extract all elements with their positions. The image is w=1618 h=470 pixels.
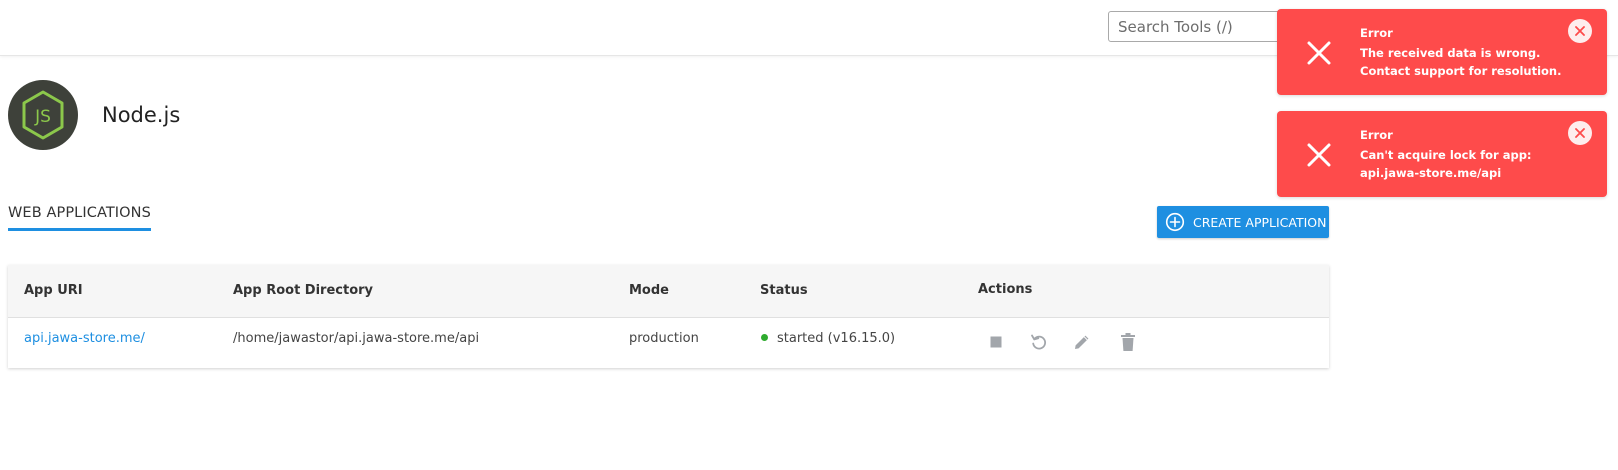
- toast-message: The received data is wrong. Contact supp…: [1360, 46, 1562, 78]
- app-uri-link[interactable]: api.jawa-store.me/: [24, 331, 145, 346]
- delete-icon: [1121, 333, 1135, 351]
- create-application-label: CREATE APPLICATION: [1193, 214, 1327, 230]
- page-title: Node.js: [102, 103, 181, 127]
- column-header-app-root[interactable]: App Root Directory: [233, 283, 373, 298]
- table-header: App URI App Root Directory Mode Status A…: [8, 265, 1329, 318]
- column-header-status[interactable]: Status: [760, 283, 808, 298]
- column-header-mode[interactable]: Mode: [629, 283, 669, 298]
- logo-text: JS: [34, 107, 51, 127]
- status-dot-icon: [761, 334, 768, 341]
- status-text: started (v16.15.0): [777, 331, 896, 346]
- app-mode: production: [629, 331, 699, 346]
- toast-message: Can't acquire lock for app: api.jawa-sto…: [1360, 148, 1532, 180]
- toast-title: Error: [1360, 26, 1393, 40]
- restart-icon: [1031, 334, 1047, 350]
- tab-web-applications[interactable]: WEB APPLICATIONS: [8, 205, 151, 231]
- delete-app-button[interactable]: [1117, 331, 1139, 353]
- close-icon: [1575, 26, 1585, 36]
- restart-app-button[interactable]: [1028, 331, 1050, 353]
- stop-app-button[interactable]: [985, 331, 1007, 353]
- error-x-icon: [1307, 41, 1331, 65]
- error-toast: Error Can't acquire lock for app: api.ja…: [1277, 111, 1607, 197]
- stop-icon: [990, 336, 1002, 348]
- toast-close-button[interactable]: [1568, 121, 1592, 145]
- edit-icon: [1075, 335, 1089, 349]
- toast-title: Error: [1360, 128, 1393, 142]
- nodejs-logo: JS: [8, 80, 78, 150]
- app-header: JS Node.js: [8, 80, 180, 150]
- close-icon: [1575, 128, 1585, 138]
- create-application-button[interactable]: CREATE APPLICATION: [1157, 206, 1329, 238]
- column-header-actions: Actions: [978, 282, 1033, 297]
- error-x-icon: [1307, 143, 1331, 167]
- nodejs-hexagon-icon: JS: [22, 90, 64, 140]
- edit-app-button[interactable]: [1071, 331, 1093, 353]
- app-root-directory: /home/jawastor/api.jawa-store.me/api: [233, 331, 480, 346]
- column-header-app-uri[interactable]: App URI: [24, 283, 83, 298]
- error-toast: Error The received data is wrong. Contac…: [1277, 9, 1607, 95]
- plus-circle-icon: [1165, 212, 1185, 232]
- toast-close-button[interactable]: [1568, 19, 1592, 43]
- app-status: started (v16.15.0): [761, 331, 895, 346]
- web-applications-table: App URI App Root Directory Mode Status A…: [8, 265, 1329, 368]
